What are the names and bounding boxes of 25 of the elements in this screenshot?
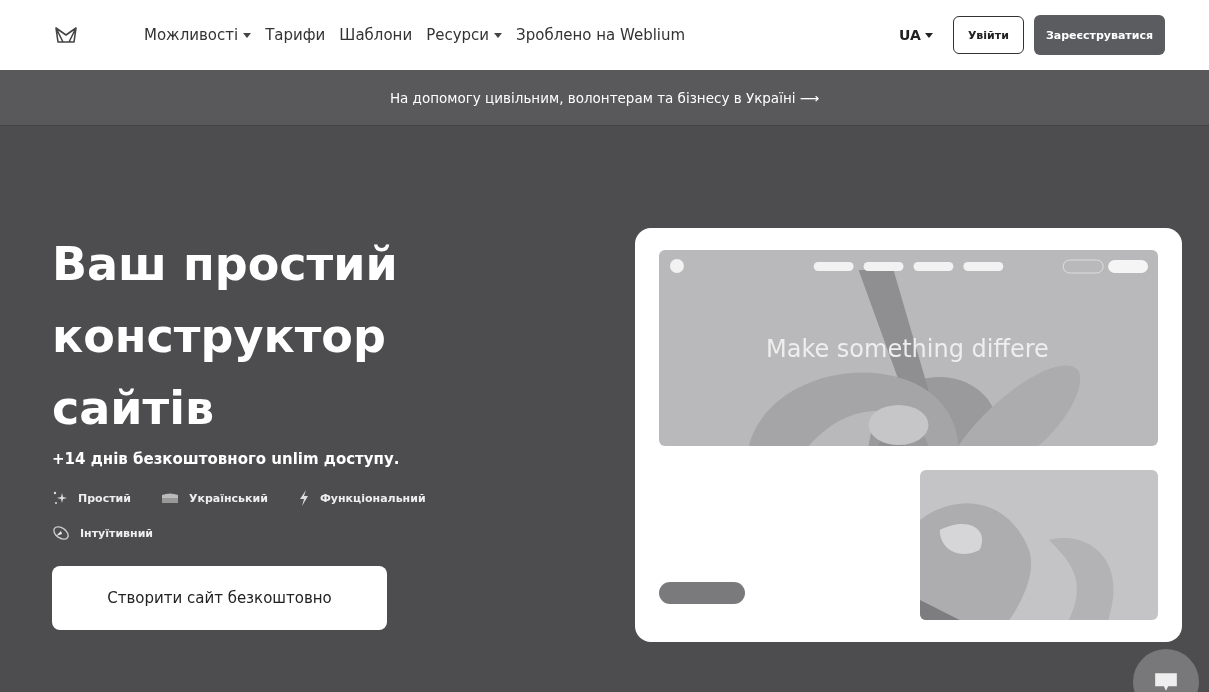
logo-icon[interactable]: [54, 26, 78, 44]
feature-label: Простий: [78, 491, 131, 505]
nav-link[interactable]: Шаблони: [339, 26, 413, 44]
caret-icon: [494, 32, 503, 38]
satellite-icon: [52, 524, 70, 542]
create-site-button[interactable]: Створити сайт безкоштовно: [52, 566, 387, 630]
chat-icon: [1153, 671, 1179, 692]
nav-link[interactable]: Можливості: [144, 26, 252, 44]
feature-label: Функціональний: [319, 491, 426, 505]
lightning-icon: [297, 490, 310, 506]
hero-subtitle: +14 днів безкоштовного unlim доступу.: [52, 450, 400, 468]
nav-link[interactable]: Тарифи: [265, 26, 326, 44]
flag-icon: [160, 492, 179, 504]
caret-icon: [924, 32, 933, 38]
nav-link[interactable]: Ресурси: [426, 26, 503, 44]
caret-icon: [243, 32, 252, 38]
language-selector[interactable]: UA: [893, 26, 939, 44]
hero-title: Ваш простий конструктор сайтів: [52, 236, 398, 437]
banner-link[interactable]: На допомогу цивільним, волонтерам та бізнесу в Україні ⟶: [389, 89, 820, 106]
feature-label: Український: [188, 491, 268, 505]
nav-link[interactable]: Зроблено на Weblium: [516, 26, 686, 44]
login-button[interactable]: Увійти: [952, 16, 1024, 54]
sparkle-icon: [52, 490, 68, 506]
signup-button[interactable]: Зареєструватися: [1033, 15, 1165, 55]
feature-label: Інтуїтивний: [80, 526, 154, 540]
